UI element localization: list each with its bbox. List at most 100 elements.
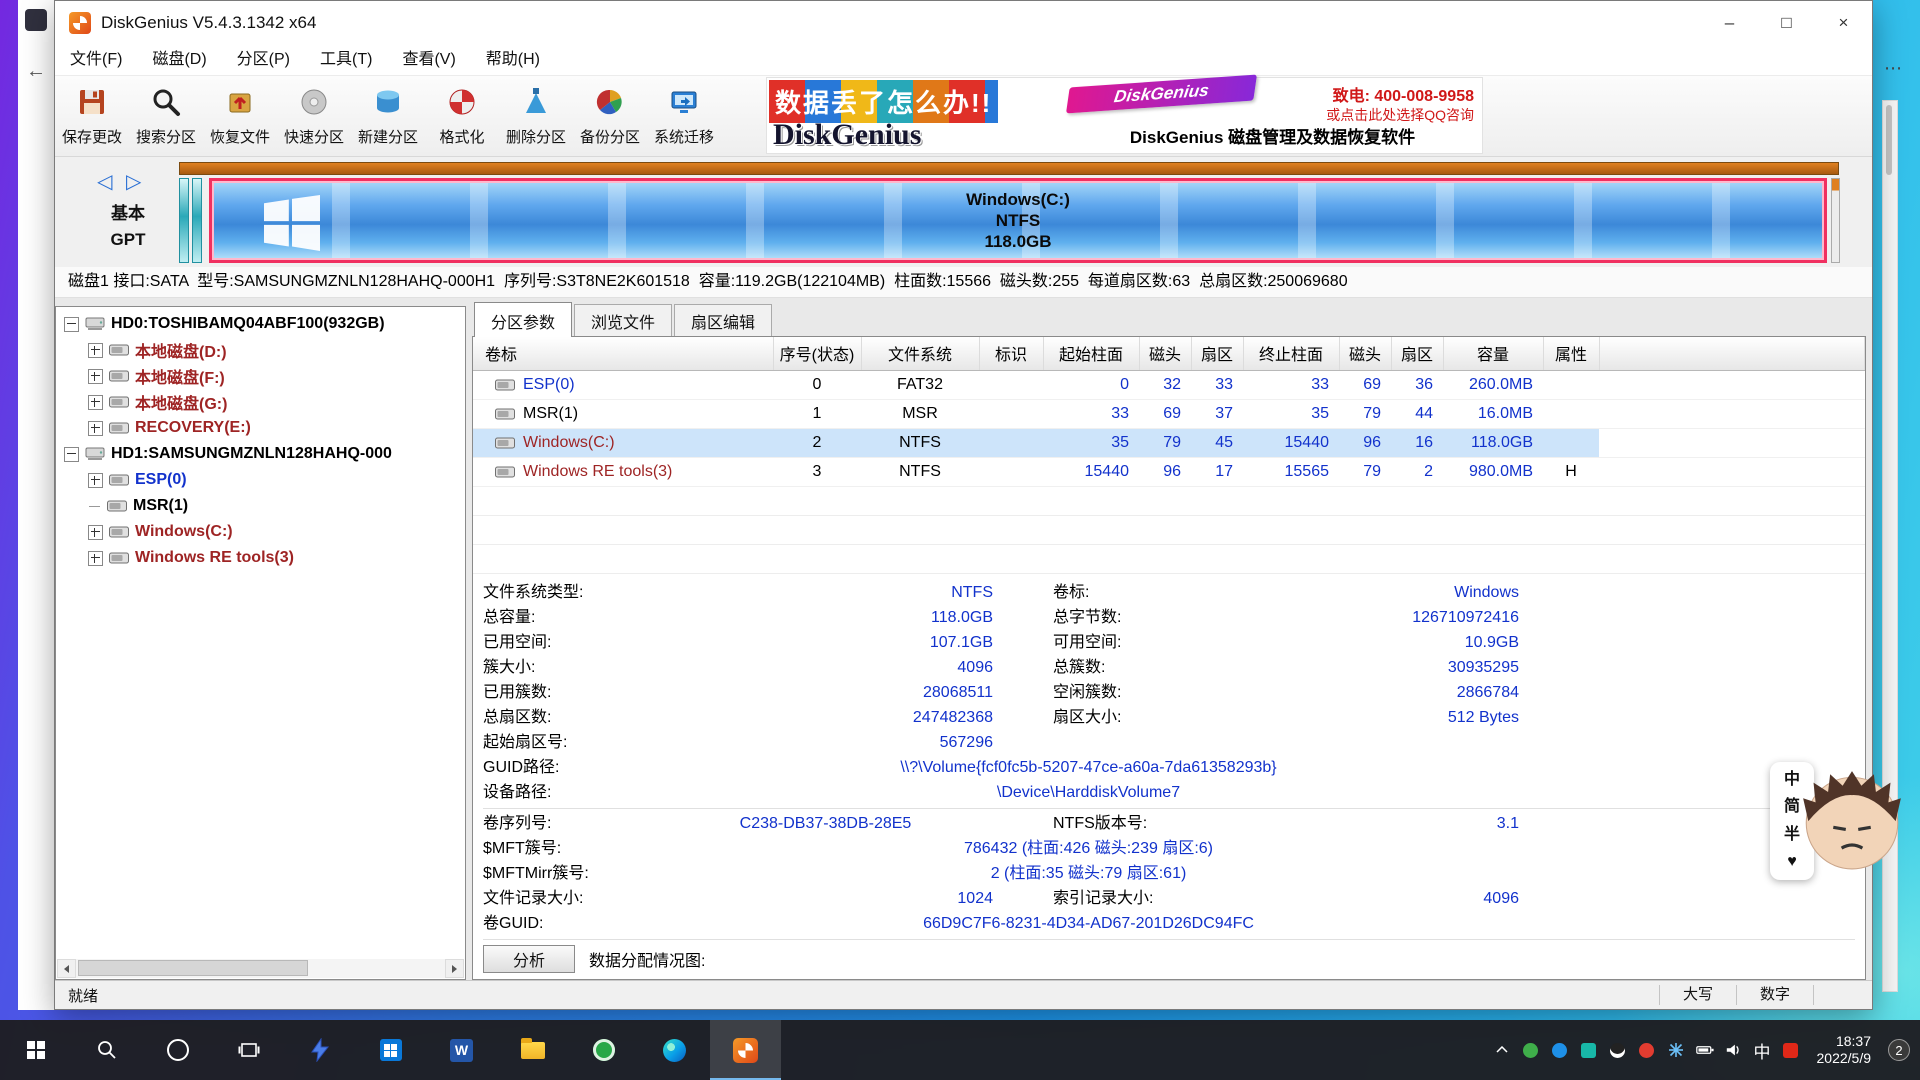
ad-qq-link[interactable]: 或点击此处选择QQ咨询 [1326, 105, 1474, 125]
tree-item-local-disk-d[interactable]: 本地磁盘(D:) [56, 337, 465, 363]
scrollbar-thumb[interactable] [78, 960, 308, 976]
tree-item-recovery-e[interactable]: RECOVERY(E:) [56, 415, 465, 441]
quick-partition-button[interactable]: 快速分区 [277, 80, 351, 152]
tab-partition-params[interactable]: 分区参数 [474, 302, 572, 337]
expand-expander-icon[interactable] [88, 369, 103, 384]
speaker-icon[interactable] [1725, 1041, 1743, 1059]
tree-item-label: 本地磁盘(D:) [135, 338, 227, 362]
taskbar-app-store[interactable] [355, 1020, 426, 1080]
background-scrollbar-thumb[interactable] [1886, 105, 1892, 175]
start-button[interactable] [0, 1020, 71, 1080]
table-row-esp[interactable]: ESP(0) 0 FAT32 0 32 33 33 69 36 260.0MB [473, 370, 1865, 399]
taskbar-search-button[interactable] [71, 1020, 142, 1080]
taskbar-app-word[interactable]: W [426, 1020, 497, 1080]
table-header-row[interactable]: 卷标 序号(状态) 文件系统 标识 起始柱面 磁头 扇区 终止柱面 磁头 扇区 [473, 337, 1865, 370]
partition-icon [495, 466, 515, 478]
minimize-button[interactable]: – [1701, 1, 1758, 45]
ad-banner[interactable]: 数据丢了怎么办!! DiskGenius DiskGenius 致电: 400-… [766, 77, 1483, 154]
system-migration-button[interactable]: 系统迁移 [647, 80, 721, 152]
tray-snowflake-icon[interactable] [1667, 1041, 1685, 1059]
back-arrow-icon[interactable]: ← [26, 60, 46, 83]
expand-expander-icon[interactable] [88, 395, 103, 410]
tree-item-windows-re-tools[interactable]: Windows RE tools(3) [56, 545, 465, 571]
tree-horizontal-scrollbar[interactable] [57, 959, 464, 978]
tree-item-local-disk-f[interactable]: 本地磁盘(F:) [56, 363, 465, 389]
scroll-right-icon[interactable] [445, 959, 464, 978]
taskbar-clock[interactable]: 18:37 2022/5/9 [1811, 1033, 1878, 1067]
tab-browse-files[interactable]: 浏览文件 [574, 304, 672, 337]
toolbar: 保存更改 搜索分区 恢复文件 快速分区 新建分区 格式化 [55, 76, 1872, 157]
small-partition-bar-1[interactable] [179, 178, 189, 263]
tree-item-msr[interactable]: MSR(1) [56, 493, 465, 519]
backup-partition-button[interactable]: 备份分区 [573, 80, 647, 152]
analyze-button[interactable]: 分析 [483, 945, 575, 973]
tree-disk-hd1[interactable]: HD1:SAMSUNGMZNLN128HAHQ-000 [56, 441, 465, 467]
ime-mode-chinese[interactable]: 中 [1784, 771, 1800, 789]
sogou-tray-icon[interactable] [1782, 1041, 1800, 1059]
expand-expander-icon[interactable] [88, 473, 103, 488]
partition-bar-windows-c[interactable]: Windows(C:) NTFS 118.0GB [209, 178, 1827, 263]
nav-right-icon[interactable]: ▷ [126, 171, 145, 193]
nav-left-icon[interactable]: ◁ [97, 171, 116, 193]
ime-heart-icon[interactable]: ♥ [1787, 853, 1797, 871]
tray-expand-icon[interactable] [1493, 1041, 1511, 1059]
battery-icon[interactable] [1696, 1041, 1714, 1059]
system-tray: 中 18:37 2022/5/9 2 [1493, 1020, 1920, 1080]
save-changes-button[interactable]: 保存更改 [55, 80, 129, 152]
new-partition-button[interactable]: 新建分区 [351, 80, 425, 152]
delete-partition-button[interactable]: 删除分区 [499, 80, 573, 152]
notification-badge[interactable]: 2 [1888, 1039, 1910, 1061]
ime-simplified[interactable]: 简 [1784, 798, 1800, 816]
backup-partition-label: 备份分区 [580, 126, 640, 147]
tray-qq-icon[interactable] [1609, 1041, 1627, 1059]
expand-expander-icon[interactable] [88, 421, 103, 436]
expand-expander-icon[interactable] [88, 343, 103, 358]
tray-blue-icon[interactable] [1551, 1041, 1569, 1059]
menu-tools[interactable]: 工具(T) [305, 45, 387, 75]
collapse-expander-icon[interactable] [64, 447, 79, 462]
recover-files-button[interactable]: 恢复文件 [203, 80, 277, 152]
taskbar-app-diskgenius-active[interactable] [710, 1020, 781, 1080]
cortana-button[interactable] [142, 1020, 213, 1080]
maximize-button[interactable]: □ [1758, 1, 1815, 45]
menu-file[interactable]: 文件(F) [55, 45, 137, 75]
scroll-left-icon[interactable] [57, 959, 76, 978]
taskbar-app-edge[interactable] [639, 1020, 710, 1080]
tray-red-icon[interactable] [1638, 1041, 1656, 1059]
tree-item-windows-c[interactable]: Windows(C:) [56, 519, 465, 545]
tree-item-esp[interactable]: ESP(0) [56, 467, 465, 493]
format-button[interactable]: 格式化 [425, 80, 499, 152]
ime-indicator[interactable]: 中 [1754, 1038, 1771, 1063]
table-row-msr[interactable]: MSR(1) 1 MSR 33 69 37 35 79 44 16.0MB [473, 399, 1865, 428]
tray-green-icon[interactable] [1522, 1041, 1540, 1059]
menu-partition[interactable]: 分区(P) [222, 45, 305, 75]
close-button[interactable]: × [1815, 1, 1872, 45]
partition-icon [495, 408, 515, 420]
tray-teal-icon[interactable] [1580, 1041, 1598, 1059]
menu-disk[interactable]: 磁盘(D) [137, 45, 221, 75]
tree-item-local-disk-g[interactable]: 本地磁盘(G:) [56, 389, 465, 415]
taskbar-app-explorer[interactable] [497, 1020, 568, 1080]
tab-sector-edit[interactable]: 扇区编辑 [674, 304, 772, 337]
menu-view[interactable]: 查看(V) [387, 45, 470, 75]
partition-bar-size: 118.0GB [966, 231, 1070, 252]
status-numlock: 数字 [1736, 985, 1813, 1005]
recover-files-icon [224, 86, 256, 123]
collapse-expander-icon[interactable] [64, 317, 79, 332]
search-partition-button[interactable]: 搜索分区 [129, 80, 203, 152]
expand-expander-icon[interactable] [88, 551, 103, 566]
taskbar-app-lightning[interactable] [284, 1020, 355, 1080]
taskbar-app-green[interactable] [568, 1020, 639, 1080]
table-row-windows-re-tools[interactable]: Windows RE tools(3) 3 NTFS 15440 96 17 1… [473, 457, 1865, 486]
ime-halfwidth[interactable]: 半 [1784, 826, 1800, 844]
expand-expander-icon[interactable] [88, 525, 103, 540]
table-row-windows-c-selected[interactable]: Windows(C:) 2 NTFS 35 79 45 15440 96 16 [473, 428, 1865, 457]
small-partition-bar-2[interactable] [192, 178, 202, 263]
lightning-app-icon [308, 1038, 332, 1062]
overflow-menu-icon[interactable]: ⋯ [1884, 58, 1902, 79]
tree-disk-hd0[interactable]: HD0:TOSHIBAMQ04ABF100(932GB) [56, 311, 465, 337]
search-icon [96, 1039, 118, 1061]
task-view-button[interactable] [213, 1020, 284, 1080]
menu-help[interactable]: 帮助(H) [471, 45, 555, 75]
windows-flag-icon [264, 195, 320, 251]
